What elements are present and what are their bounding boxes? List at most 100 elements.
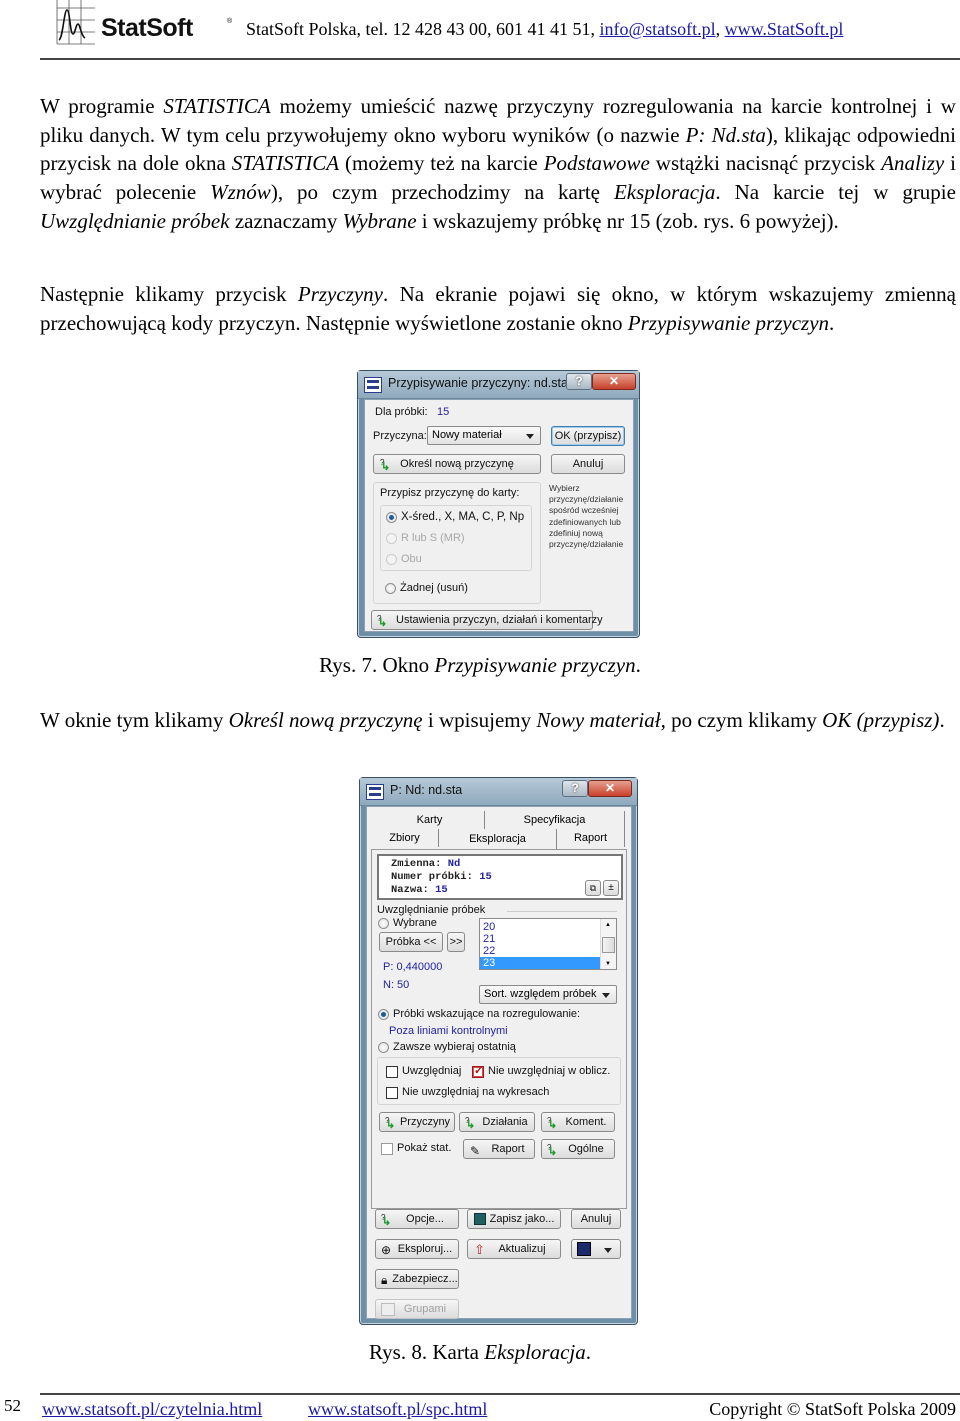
cause-combo-value: Nowy materiał (432, 429, 502, 441)
text-italic: Analizy (881, 151, 945, 176)
value: 15 (479, 871, 492, 883)
scroll-down-icon[interactable]: ▼ (605, 961, 611, 967)
wand-icon (465, 1112, 479, 1134)
explore-button[interactable]: ⊕ Eksploruj... (375, 1239, 459, 1259)
tab-specyfikacja[interactable]: Specyfikacja (485, 811, 625, 829)
email-link[interactable]: info@statsoft.pl (600, 19, 716, 39)
exclude-calc-checkbox[interactable] (472, 1064, 484, 1078)
label: Zmienna: (391, 858, 442, 870)
radio-both (386, 554, 397, 565)
text-italic: STATISTICA (231, 151, 340, 176)
save-as-label: Zapisz jako... (489, 1213, 555, 1225)
save-as-button[interactable]: Zapisz jako... (467, 1209, 561, 1229)
radio-none[interactable] (385, 583, 396, 594)
text-italic: Przypisywanie przyczyn (627, 310, 830, 335)
scroll-up-icon[interactable]: ▲ (605, 922, 611, 928)
radio-selected[interactable] (378, 918, 389, 929)
tool-dropdown-button[interactable] (571, 1239, 621, 1259)
radio-xbar[interactable] (386, 512, 397, 523)
options-button[interactable]: Opcje... (375, 1209, 459, 1231)
list-item-selected[interactable]: 23 (480, 957, 600, 969)
assign-to-chart-group: Przypisz przyczynę do karty: X-śred., X,… (373, 482, 541, 604)
dialog-body: Dla próbki: 15 Przyczyna: Nowy materiał … (364, 399, 634, 632)
plus-minus-icon[interactable]: ± (603, 880, 619, 896)
ok-assign-button[interactable]: OK (przypisz) (551, 426, 625, 446)
causes-label: Przyczyny (399, 1116, 451, 1128)
list-item[interactable]: 20 (480, 921, 616, 933)
figure-caption-8: Rys. 8. Karta Eksploracja. (0, 1340, 960, 1365)
update-button[interactable]: ⇧ Aktualizuj (467, 1239, 561, 1259)
text: . Na karcie tej w grupie (715, 180, 956, 205)
text-italic: Przypisywanie przyczyn (434, 653, 636, 677)
copy-icon[interactable]: ⧉ (585, 880, 601, 896)
groups-icon (381, 1303, 395, 1316)
exclude-plots-checkbox[interactable] (386, 1087, 398, 1099)
chevron-down-icon (602, 992, 610, 998)
help-button[interactable]: ? (566, 373, 592, 390)
list-item[interactable]: 21 (480, 933, 616, 945)
sample-info-box: Zmienna: Nd Numer próbki: 15 Nazwa: 15 ⧉… (377, 854, 623, 900)
causes-button[interactable]: Przyczyny (379, 1112, 455, 1134)
help-button[interactable]: ? (562, 780, 588, 797)
close-button[interactable]: ✕ (592, 373, 636, 390)
sample-forward-button[interactable]: >> (447, 932, 465, 952)
include-checkbox[interactable] (386, 1066, 398, 1078)
text-italic: Nowy materiał (536, 708, 661, 732)
comments-button[interactable]: Koment. (541, 1112, 615, 1134)
text: , po czym klikamy (660, 708, 823, 732)
scroll-thumb[interactable] (602, 937, 615, 953)
general-button[interactable]: Ogólne (541, 1139, 615, 1161)
text: i wskazujemy próbkę nr 15 (zob. rys. 6 p… (416, 208, 839, 233)
footer-link-spc[interactable]: www.statsoft.pl/spc.html (308, 1399, 487, 1420)
text: Następnie klikamy przycisk (40, 282, 298, 306)
footer-link-reading-room[interactable]: www.statsoft.pl/czytelnia.html (42, 1399, 262, 1420)
groups-label: Grupami (403, 1303, 447, 1315)
tab-eksploracja[interactable]: Eksploracja (439, 829, 557, 849)
sort-combo[interactable]: Sort. względem próbek (479, 985, 617, 1004)
statistica-app-icon (364, 377, 382, 393)
listbox-scrollbar[interactable]: ▲ ▼ (600, 919, 616, 969)
sort-combo-value: Sort. względem próbek (484, 988, 597, 1000)
report-label: Raport (491, 1143, 525, 1155)
show-stats-checkbox[interactable] (381, 1143, 393, 1155)
wand-icon (547, 1139, 561, 1161)
close-button[interactable]: ✕ (588, 780, 632, 797)
text-italic: Określ nową przyczynę (228, 708, 423, 732)
value: Nd (447, 858, 461, 870)
text: Rys. 8. Karta (369, 1340, 485, 1364)
show-stats-label: Pokaż stat. (397, 1142, 452, 1154)
hint-line: zdefiniuj nową (549, 527, 603, 538)
report-button[interactable]: ✎ Raport (463, 1139, 535, 1159)
actions-button[interactable]: Działania (459, 1112, 535, 1134)
wand-icon (385, 1112, 399, 1134)
list-item[interactable]: 22 (480, 945, 616, 957)
cause-combo[interactable]: Nowy materiał (427, 426, 541, 445)
text: . (585, 1340, 591, 1364)
cancel-button[interactable]: Anuluj (551, 454, 625, 474)
sample-back-button[interactable]: Próbka << (379, 932, 443, 952)
out-of-control-value: Poza liniami kontrolnymi (389, 1025, 508, 1037)
tab-zbiory[interactable]: Zbiory (371, 829, 439, 847)
results-dialog: P: Nd: nd.sta ? ✕ Karty Specyfikacja Zbi… (359, 777, 638, 1325)
define-new-cause-button[interactable]: Określ nową przyczynę (373, 454, 541, 476)
tab-karty[interactable]: Karty (375, 811, 485, 829)
text: ), po czym przechodzimy na kartę (270, 180, 614, 205)
dialog-titlebar: P: Nd: nd.sta ? ✕ (360, 778, 637, 806)
radio-out-of-control[interactable] (378, 1009, 389, 1020)
hammer-icon (577, 1242, 591, 1256)
group-title: Przypisz przyczynę do karty: (380, 487, 520, 499)
logo-text: StatSoft (101, 14, 193, 42)
value: 15 (435, 884, 448, 896)
hint-line: spośród wcześniej (549, 505, 619, 516)
text: . (939, 708, 945, 732)
radio-always-last[interactable] (378, 1042, 389, 1053)
website-link[interactable]: www.StatSoft.pl (725, 19, 844, 39)
options-label: Opcje... (406, 1213, 444, 1225)
protect-button[interactable]: 🔒︎ Zabezpiecz... (375, 1269, 459, 1289)
tab-raport[interactable]: Raport (557, 829, 625, 847)
radio-both-label: Obu (401, 553, 422, 565)
sample-listbox[interactable]: 20 21 22 23 ▲ ▼ (479, 918, 617, 970)
settings-button[interactable]: Ustawienia przyczyn, działań i komentarz… (371, 610, 603, 632)
text: wstążki nacisnąć przycisk (649, 151, 882, 176)
cancel-button[interactable]: Anuluj (571, 1209, 621, 1229)
